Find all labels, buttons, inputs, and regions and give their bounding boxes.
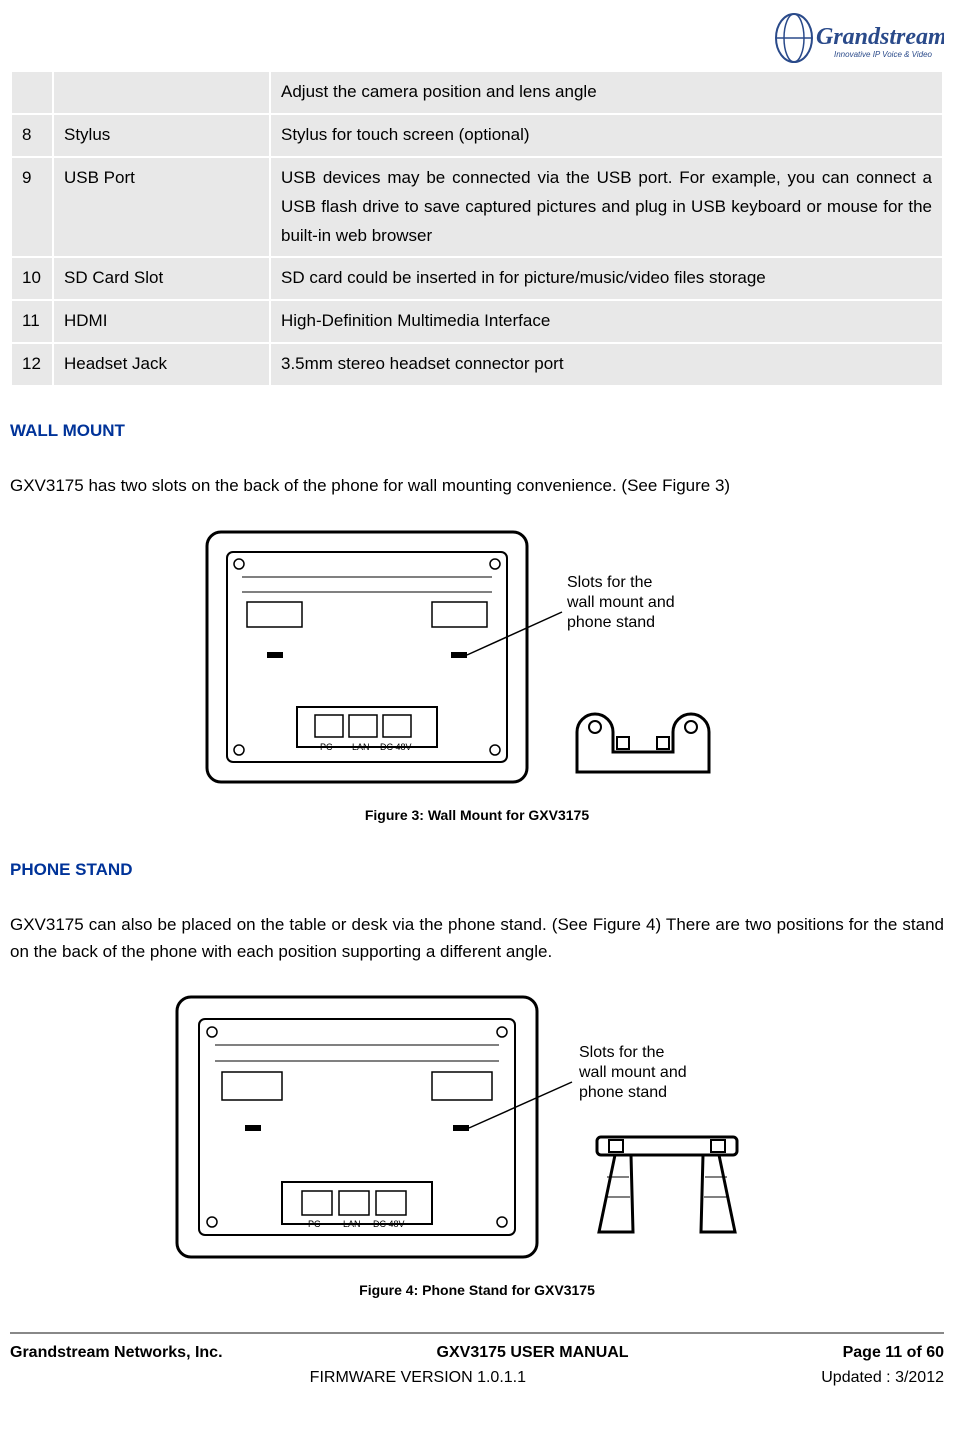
figure-3-caption: Figure 3: Wall Mount for GXV3175 xyxy=(10,804,944,826)
row-num: 10 xyxy=(12,258,52,299)
table-row: 9 USB Port USB devices may be connected … xyxy=(12,158,942,257)
table-row: Adjust the camera position and lens angl… xyxy=(12,72,942,113)
table-row: 10 SD Card Slot SD card could be inserte… xyxy=(12,258,942,299)
svg-text:DC 48V: DC 48V xyxy=(373,1219,405,1229)
row-num xyxy=(12,72,52,113)
svg-text:PC: PC xyxy=(308,1219,321,1229)
fig4-callout-line3: phone stand xyxy=(579,1084,667,1101)
row-num: 9 xyxy=(12,158,52,257)
svg-text:LAN: LAN xyxy=(352,742,370,752)
footer-updated: Updated : 3/2012 xyxy=(821,1365,944,1391)
page-header: Grandstream Innovative IP Voice & Video xyxy=(10,0,944,70)
svg-text:PC: PC xyxy=(320,742,333,752)
ports-table: Adjust the camera position and lens angl… xyxy=(10,70,944,387)
heading-phone-stand: PHONE STAND xyxy=(10,856,944,883)
table-row: 8 Stylus Stylus for touch screen (option… xyxy=(12,115,942,156)
fig3-callout-line1: Slots for the xyxy=(567,574,652,591)
row-desc: 3.5mm stereo headset connector port xyxy=(271,344,942,385)
row-desc: High-Definition Multimedia Interface xyxy=(271,301,942,342)
body-phone-stand: GXV3175 can also be placed on the table … xyxy=(10,911,944,965)
fig4-callout-line2: wall mount and xyxy=(578,1064,687,1081)
row-name: Stylus xyxy=(54,115,269,156)
footer-firmware: FIRMWARE VERSION 1.0.1.1 xyxy=(310,1365,526,1391)
fig3-callout-line2: wall mount and xyxy=(566,594,675,611)
row-num: 11 xyxy=(12,301,52,342)
row-name xyxy=(54,72,269,113)
page-footer: Grandstream Networks, Inc. GXV3175 USER … xyxy=(10,1332,944,1391)
row-num: 12 xyxy=(12,344,52,385)
footer-company: Grandstream Networks, Inc. xyxy=(10,1340,223,1366)
table-row: 11 HDMI High-Definition Multimedia Inter… xyxy=(12,301,942,342)
row-desc: Adjust the camera position and lens angl… xyxy=(271,72,942,113)
svg-text:LAN: LAN xyxy=(343,1219,361,1229)
row-name: SD Card Slot xyxy=(54,258,269,299)
wall-mount-diagram: PC LAN DC 48V Slots for the wall mount a… xyxy=(197,522,757,792)
fig4-callout-line1: Slots for the xyxy=(579,1044,664,1061)
row-num: 8 xyxy=(12,115,52,156)
logo-text: Grandstream xyxy=(816,24,944,50)
figure-4-caption: Figure 4: Phone Stand for GXV3175 xyxy=(10,1279,944,1301)
row-desc: USB devices may be connected via the USB… xyxy=(271,158,942,257)
row-name: USB Port xyxy=(54,158,269,257)
footer-page: Page 11 of 60 xyxy=(843,1340,944,1366)
logo-tagline: Innovative IP Voice & Video xyxy=(834,50,933,59)
brand-logo: Grandstream Innovative IP Voice & Video xyxy=(774,10,944,65)
body-wall-mount: GXV3175 has two slots on the back of the… xyxy=(10,472,944,499)
heading-wall-mount: WALL MOUNT xyxy=(10,417,944,444)
figure-4: PC LAN DC 48V Slots for the wall mount a… xyxy=(10,987,944,1301)
footer-manual: GXV3175 USER MANUAL xyxy=(437,1340,629,1366)
row-name: Headset Jack xyxy=(54,344,269,385)
svg-text:DC 48V: DC 48V xyxy=(380,742,412,752)
figure-3: PC LAN DC 48V Slots for the wall mount a… xyxy=(10,522,944,826)
row-name: HDMI xyxy=(54,301,269,342)
fig3-callout-line3: phone stand xyxy=(567,614,655,631)
table-row: 12 Headset Jack 3.5mm stereo headset con… xyxy=(12,344,942,385)
row-desc: SD card could be inserted in for picture… xyxy=(271,258,942,299)
phone-stand-diagram: PC LAN DC 48V Slots for the wall mount a… xyxy=(167,987,787,1267)
row-desc: Stylus for touch screen (optional) xyxy=(271,115,942,156)
